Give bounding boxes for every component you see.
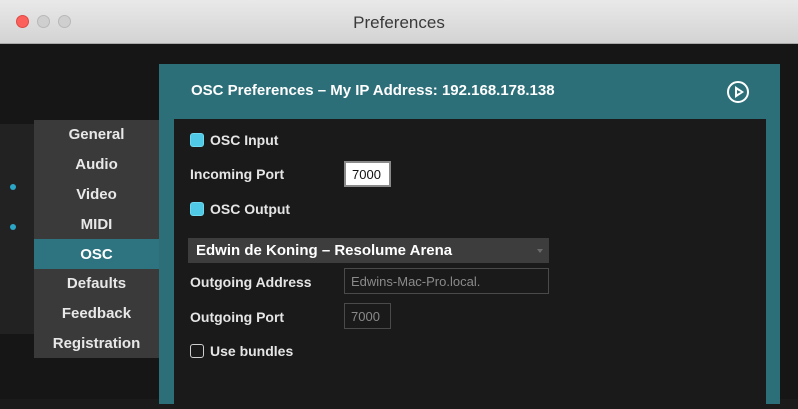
use-bundles-row[interactable]: Use bundles — [190, 343, 293, 359]
outgoing-address-field — [344, 268, 549, 294]
preferences-sidebar: General Audio Video MIDI OSC Defaults Fe… — [34, 120, 159, 358]
window-title: Preferences — [353, 13, 445, 32]
sidebar-item-defaults[interactable]: Defaults — [34, 269, 159, 299]
output-target-dropdown[interactable]: Edwin de Koning – Resolume Arena — [188, 238, 549, 263]
osc-settings-area: OSC Input Incoming Port OSC Output Edwin… — [174, 119, 766, 409]
osc-input-checkbox[interactable] — [190, 133, 204, 147]
outgoing-port-label: Outgoing Port — [190, 309, 285, 325]
play-icon[interactable] — [727, 81, 749, 103]
panel-title: OSC Preferences – My IP Address: 192.168… — [191, 82, 555, 99]
chevron-down-icon — [537, 249, 543, 253]
osc-output-label: OSC Output — [210, 201, 291, 217]
sidebar-item-registration[interactable]: Registration — [34, 329, 159, 359]
output-target-value: Edwin de Koning – Resolume Arena — [196, 242, 453, 259]
incoming-port-label: Incoming Port — [190, 166, 285, 182]
osc-output-row[interactable]: OSC Output — [190, 201, 290, 217]
window-titlebar: Preferences — [0, 0, 798, 44]
osc-output-checkbox[interactable] — [190, 202, 204, 216]
background-app-strip — [0, 124, 34, 334]
background-indicator — [10, 184, 16, 190]
sidebar-item-midi[interactable]: MIDI — [34, 209, 159, 239]
outgoing-address-label: Outgoing Address — [190, 274, 312, 290]
sidebar-item-feedback[interactable]: Feedback — [34, 299, 159, 329]
sidebar-item-osc[interactable]: OSC — [34, 239, 159, 269]
sidebar-item-video[interactable]: Video — [34, 180, 159, 210]
use-bundles-checkbox[interactable] — [190, 344, 204, 358]
osc-preferences-panel: OSC Preferences – My IP Address: 192.168… — [159, 64, 780, 409]
window-content: General Audio Video MIDI OSC Defaults Fe… — [0, 44, 798, 409]
sidebar-item-general[interactable]: General — [34, 120, 159, 150]
use-bundles-label: Use bundles — [210, 343, 294, 359]
incoming-port-field[interactable] — [344, 161, 391, 187]
osc-input-label: OSC Input — [210, 132, 279, 148]
outgoing-port-field — [344, 303, 391, 329]
background-indicator — [10, 224, 16, 230]
osc-input-row[interactable]: OSC Input — [190, 132, 278, 148]
sidebar-item-audio[interactable]: Audio — [34, 150, 159, 180]
